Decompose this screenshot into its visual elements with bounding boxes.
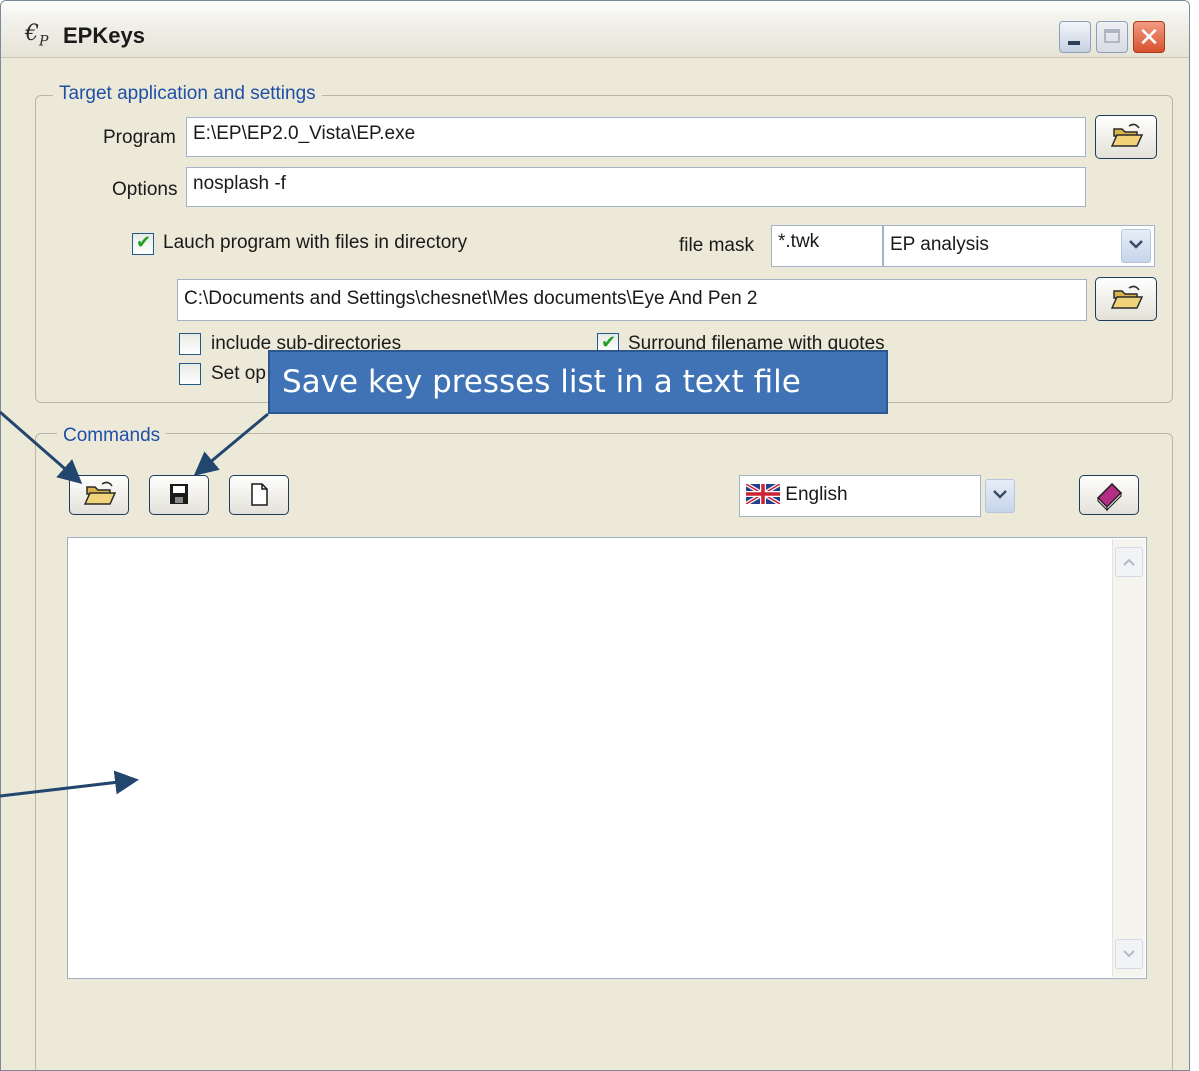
commands-legend: Commands bbox=[57, 425, 167, 447]
chevron-up-icon bbox=[1123, 558, 1135, 566]
options-label: Options bbox=[112, 179, 178, 200]
epkeys-window: €P EPKeys ✕ Target application and setti… bbox=[0, 0, 1190, 1071]
file-type-select[interactable]: EP analysis bbox=[883, 225, 1155, 267]
include-subdirs-checkbox[interactable] bbox=[179, 333, 201, 355]
maximize-button[interactable] bbox=[1096, 21, 1128, 53]
target-settings-legend: Target application and settings bbox=[53, 83, 322, 105]
help-button[interactable] bbox=[1079, 475, 1139, 515]
save-commands-button[interactable] bbox=[149, 475, 209, 515]
commands-textarea[interactable] bbox=[67, 537, 1147, 979]
new-commands-button[interactable] bbox=[229, 475, 289, 515]
maximize-icon bbox=[1104, 29, 1120, 43]
file-type-dropdown-arrow[interactable] bbox=[1121, 229, 1151, 263]
set-options-checkbox[interactable] bbox=[179, 363, 201, 385]
floppy-disk-icon bbox=[170, 484, 188, 504]
save-callout: Save key presses list in a text file bbox=[268, 350, 888, 414]
set-options-label: Set op bbox=[211, 363, 266, 384]
app-icon: €P bbox=[25, 21, 49, 50]
open-folder-icon bbox=[83, 481, 117, 505]
minimize-icon bbox=[1068, 41, 1080, 45]
open-folder-icon bbox=[1110, 123, 1144, 147]
close-button[interactable]: ✕ bbox=[1133, 21, 1165, 53]
chevron-down-icon bbox=[1123, 950, 1135, 958]
chevron-down-icon bbox=[993, 490, 1007, 499]
window-title: EPKeys bbox=[63, 23, 145, 48]
file-type-value: EP analysis bbox=[890, 234, 989, 255]
program-field[interactable]: E:\EP\EP2.0_Vista\EP.exe bbox=[186, 117, 1086, 157]
scroll-up-button[interactable] bbox=[1115, 547, 1143, 577]
help-book-icon bbox=[1096, 482, 1123, 512]
directory-field[interactable]: C:\Documents and Settings\chesnet\Mes do… bbox=[177, 279, 1087, 321]
language-value: English bbox=[785, 484, 848, 505]
browse-directory-button[interactable] bbox=[1095, 277, 1157, 321]
open-commands-button[interactable] bbox=[69, 475, 129, 515]
options-field[interactable]: nosplash -f bbox=[186, 167, 1086, 207]
chevron-down-icon bbox=[1129, 240, 1143, 249]
title-bar[interactable]: €P EPKeys ✕ bbox=[1, 1, 1189, 58]
minimize-button[interactable] bbox=[1059, 21, 1091, 53]
open-folder-icon bbox=[1110, 285, 1144, 309]
new-document-icon bbox=[251, 483, 268, 506]
program-label: Program bbox=[103, 127, 176, 148]
close-icon: ✕ bbox=[1138, 22, 1160, 52]
launch-checkbox-label: Lauch program with files in directory bbox=[163, 232, 468, 253]
uk-flag-icon bbox=[744, 482, 782, 506]
language-dropdown-arrow[interactable] bbox=[985, 479, 1015, 513]
language-select[interactable]: English bbox=[739, 475, 981, 517]
check-mark-icon: ✔ bbox=[136, 232, 152, 252]
browse-program-button[interactable] bbox=[1095, 115, 1157, 159]
file-mask-label: file mask bbox=[679, 235, 754, 256]
commands-scrollbar[interactable] bbox=[1112, 539, 1145, 977]
scroll-down-button[interactable] bbox=[1115, 939, 1143, 969]
file-mask-field[interactable]: *.twk bbox=[771, 225, 883, 267]
launch-checkbox[interactable]: ✔ bbox=[132, 232, 154, 255]
